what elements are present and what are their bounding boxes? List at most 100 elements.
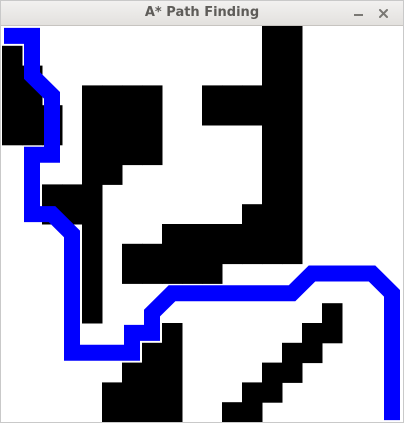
wall-cell[interactable] xyxy=(282,224,303,245)
wall-cell[interactable] xyxy=(102,125,123,146)
wall-cell[interactable] xyxy=(82,283,103,304)
wall-cell[interactable] xyxy=(82,243,103,265)
wall-cell[interactable] xyxy=(122,85,143,106)
wall-cell[interactable] xyxy=(22,125,43,146)
wall-cell[interactable] xyxy=(262,26,283,47)
wall-cell[interactable] xyxy=(282,204,303,225)
wall-cell[interactable] xyxy=(122,382,143,403)
wall-cell[interactable] xyxy=(282,85,303,106)
wall-cell[interactable] xyxy=(2,65,23,86)
wall-cell[interactable] xyxy=(162,243,183,265)
wall-cell[interactable] xyxy=(122,362,143,383)
wall-cell[interactable] xyxy=(282,164,303,185)
wall-cell[interactable] xyxy=(82,144,103,166)
wall-cell[interactable] xyxy=(2,125,23,146)
wall-cell[interactable] xyxy=(82,303,103,324)
wall-cell[interactable] xyxy=(262,204,283,225)
wall-cell[interactable] xyxy=(282,105,303,126)
pathfinding-grid[interactable] xyxy=(2,26,402,422)
wall-cell[interactable] xyxy=(202,224,223,245)
wall-cell[interactable] xyxy=(262,382,283,403)
wall-cell[interactable] xyxy=(222,402,243,422)
wall-cell[interactable] xyxy=(142,243,163,265)
wall-cell[interactable] xyxy=(202,105,223,126)
wall-cell[interactable] xyxy=(102,85,123,106)
wall-cell[interactable] xyxy=(202,243,223,265)
wall-cell[interactable] xyxy=(122,105,143,126)
wall-cell[interactable] xyxy=(142,342,163,364)
wall-cell[interactable] xyxy=(102,144,123,166)
wall-cell[interactable] xyxy=(162,342,183,364)
wall-cell[interactable] xyxy=(2,105,23,126)
wall-cell[interactable] xyxy=(262,362,283,383)
wall-cell[interactable] xyxy=(22,105,43,126)
wall-cell[interactable] xyxy=(122,125,143,146)
wall-cell[interactable] xyxy=(82,263,103,284)
wall-cell[interactable] xyxy=(262,184,283,205)
wall-cell[interactable] xyxy=(282,26,303,47)
wall-cell[interactable] xyxy=(102,105,123,126)
wall-cell[interactable] xyxy=(2,45,23,67)
wall-cell[interactable] xyxy=(82,125,103,146)
wall-cell[interactable] xyxy=(282,45,303,67)
wall-cell[interactable] xyxy=(202,263,223,284)
wall-cell[interactable] xyxy=(282,184,303,205)
wall-cell[interactable] xyxy=(242,204,263,225)
wall-cell[interactable] xyxy=(262,105,283,126)
wall-cell[interactable] xyxy=(322,323,343,344)
wall-cell[interactable] xyxy=(262,65,283,86)
wall-cell[interactable] xyxy=(142,362,163,383)
wall-cell[interactable] xyxy=(222,243,243,265)
close-button[interactable] xyxy=(373,3,393,23)
wall-cell[interactable] xyxy=(242,105,263,126)
wall-cell[interactable] xyxy=(182,243,203,265)
wall-cell[interactable] xyxy=(142,144,163,166)
wall-cell[interactable] xyxy=(102,164,123,185)
wall-cell[interactable] xyxy=(142,85,163,106)
wall-cell[interactable] xyxy=(242,85,263,106)
wall-cell[interactable] xyxy=(162,224,183,245)
wall-cell[interactable] xyxy=(122,243,143,265)
wall-cell[interactable] xyxy=(282,65,303,86)
wall-cell[interactable] xyxy=(282,144,303,166)
wall-cell[interactable] xyxy=(302,323,323,344)
wall-cell[interactable] xyxy=(162,382,183,403)
wall-cell[interactable] xyxy=(222,85,243,106)
wall-cell[interactable] xyxy=(82,105,103,126)
wall-cell[interactable] xyxy=(82,164,103,185)
wall-cell[interactable] xyxy=(42,184,63,205)
wall-cell[interactable] xyxy=(182,224,203,245)
wall-cell[interactable] xyxy=(262,224,283,245)
wall-cell[interactable] xyxy=(142,105,163,126)
wall-cell[interactable] xyxy=(162,263,183,284)
wall-cell[interactable] xyxy=(102,402,123,422)
wall-cell[interactable] xyxy=(162,402,183,422)
wall-cell[interactable] xyxy=(282,243,303,265)
wall-cell[interactable] xyxy=(222,224,243,245)
wall-cell[interactable] xyxy=(242,243,263,265)
wall-cell[interactable] xyxy=(162,323,183,344)
wall-cell[interactable] xyxy=(162,362,183,383)
wall-cell[interactable] xyxy=(82,224,103,245)
wall-cell[interactable] xyxy=(102,382,123,403)
wall-cell[interactable] xyxy=(282,362,303,383)
wall-cell[interactable] xyxy=(142,402,163,422)
wall-cell[interactable] xyxy=(122,263,143,284)
wall-cell[interactable] xyxy=(302,342,323,364)
wall-cell[interactable] xyxy=(262,125,283,146)
minimize-button[interactable] xyxy=(348,3,368,23)
wall-cell[interactable] xyxy=(122,402,143,422)
wall-cell[interactable] xyxy=(262,85,283,106)
wall-cell[interactable] xyxy=(142,125,163,146)
wall-cell[interactable] xyxy=(242,224,263,245)
wall-cell[interactable] xyxy=(262,164,283,185)
wall-cell[interactable] xyxy=(262,144,283,166)
wall-cell[interactable] xyxy=(142,382,163,403)
wall-cell[interactable] xyxy=(122,144,143,166)
wall-cell[interactable] xyxy=(82,85,103,106)
grid-canvas[interactable] xyxy=(2,26,402,422)
wall-cell[interactable] xyxy=(322,303,343,324)
wall-cell[interactable] xyxy=(142,263,163,284)
wall-cell[interactable] xyxy=(262,45,283,67)
wall-cell[interactable] xyxy=(202,85,223,106)
